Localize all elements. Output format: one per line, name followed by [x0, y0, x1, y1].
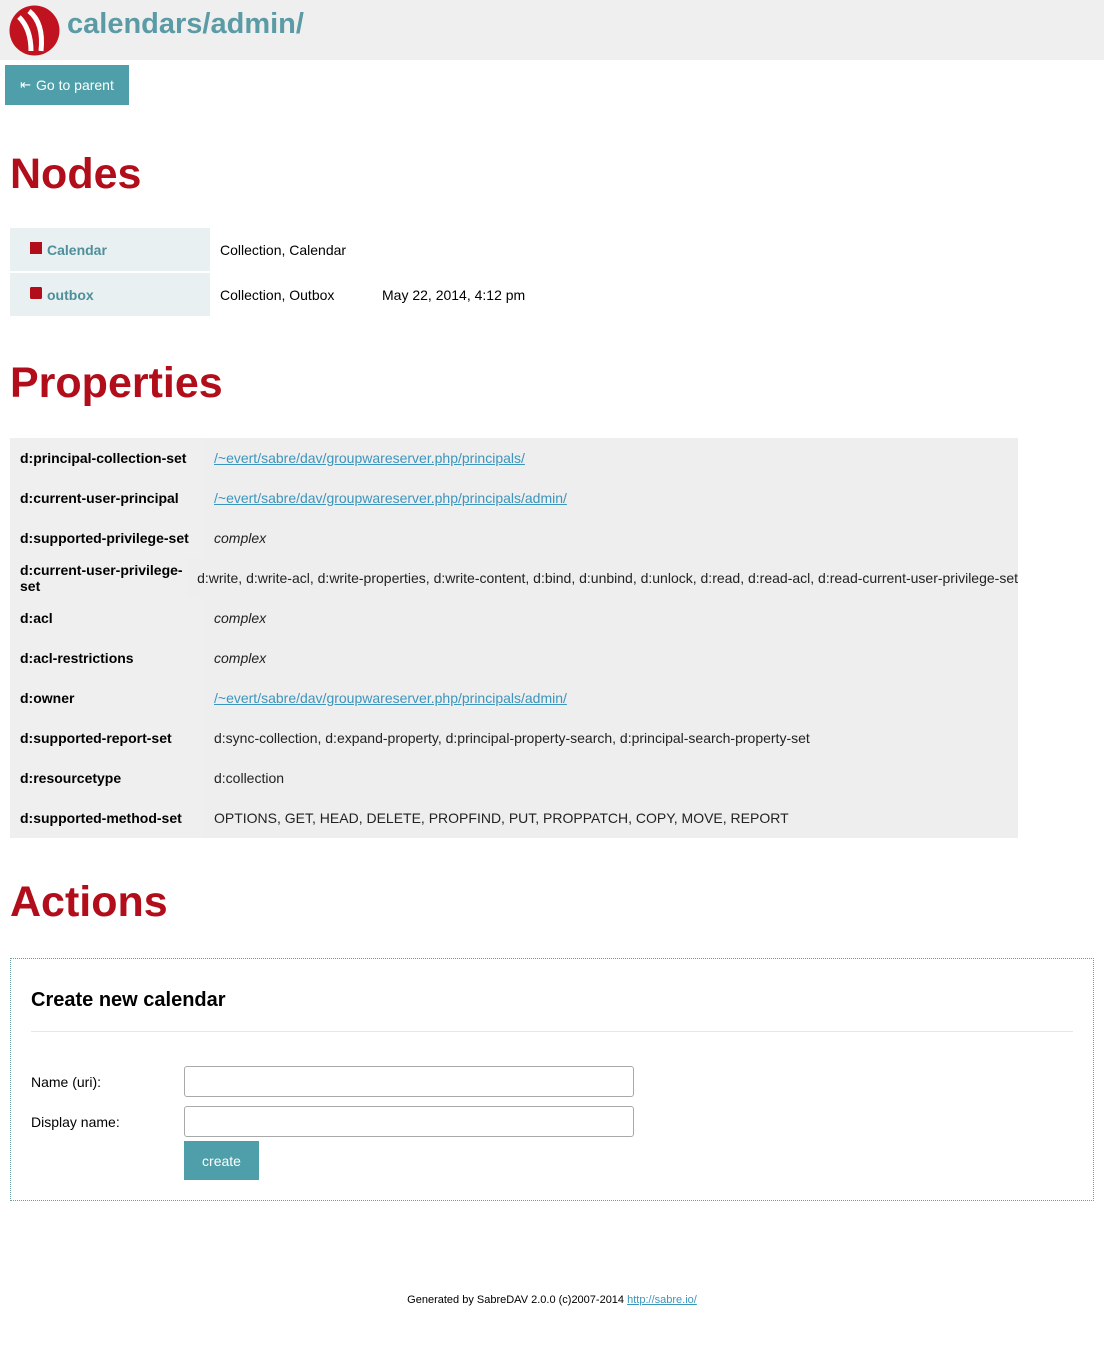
property-value: complex — [204, 518, 1018, 558]
property-row: d:acl-restrictions complex — [10, 638, 1018, 678]
property-complex: complex — [214, 610, 267, 626]
page-header: calendars/admin/ — [0, 0, 1104, 60]
property-value: d:sync-collection, d:expand-property, d:… — [204, 718, 1018, 758]
node-name: outbox — [47, 286, 94, 303]
property-name: d:acl-restrictions — [10, 638, 204, 678]
go-to-parent-button[interactable]: ⇤ Go to parent — [5, 65, 129, 105]
property-value: OPTIONS, GET, HEAD, DELETE, PROPFIND, PU… — [204, 798, 1018, 838]
go-to-parent-icon: ⇤ — [20, 77, 32, 92]
property-value: complex — [204, 598, 1018, 638]
property-name: d:current-user-privilege-set — [10, 558, 188, 598]
property-link[interactable]: /~evert/sabre/dav/groupwareserver.php/pr… — [214, 450, 525, 466]
actions-heading: Actions — [10, 878, 168, 926]
node-type: Collection, Outbox — [220, 286, 335, 303]
page-footer: Generated by SabreDAV 2.0.0 (c)2007-2014… — [0, 1294, 1104, 1306]
property-link[interactable]: /~evert/sabre/dav/groupwareserver.php/pr… — [214, 690, 567, 706]
property-row: d:principal-collection-set /~evert/sabre… — [10, 438, 1018, 478]
create-button[interactable]: create — [184, 1141, 259, 1180]
nodes-table: Calendar Collection, Calendar outbox Col… — [10, 228, 525, 318]
footer-text: Generated by SabreDAV 2.0.0 (c)2007-2014 — [407, 1294, 628, 1306]
property-complex: complex — [214, 530, 267, 546]
outbox-icon — [30, 286, 42, 299]
create-calendar-title: Create new calendar — [31, 989, 226, 1011]
form-divider — [31, 1031, 1073, 1032]
property-row: d:current-user-privilege-set d:write, d:… — [10, 558, 1018, 598]
properties-heading: Properties — [10, 359, 223, 407]
calendar-icon — [30, 241, 42, 254]
property-row: d:owner /~evert/sabre/dav/groupwareserve… — [10, 678, 1018, 718]
node-modified: May 22, 2014, 4:12 pm — [382, 286, 526, 303]
page-title: calendars/admin/ — [67, 8, 304, 40]
property-name: d:supported-report-set — [10, 718, 204, 758]
property-row: d:supported-report-set d:sync-collection… — [10, 718, 1018, 758]
property-name: d:resourcetype — [10, 758, 204, 798]
property-name: d:current-user-principal — [10, 478, 204, 518]
display-name-label: Display name: — [31, 1114, 120, 1130]
property-name: d:principal-collection-set — [10, 438, 204, 478]
footer-link[interactable]: http://sabre.io/ — [627, 1294, 697, 1306]
property-value: complex — [204, 638, 1018, 678]
property-row: d:acl complex — [10, 598, 1018, 638]
create-calendar-form: Create new calendar Name (uri): Display … — [10, 958, 1094, 1201]
property-name: d:supported-privilege-set — [10, 518, 204, 558]
name-uri-label: Name (uri): — [31, 1074, 102, 1090]
node-row: outbox Collection, Outbox May 22, 2014, … — [10, 273, 525, 316]
display-name-input[interactable] — [184, 1106, 634, 1137]
node-link-outbox[interactable]: outbox — [10, 273, 210, 316]
property-value: /~evert/sabre/dav/groupwareserver.php/pr… — [204, 478, 1018, 518]
property-row: d:supported-privilege-set complex — [10, 518, 1018, 558]
property-row: d:resourcetype d:collection — [10, 758, 1018, 798]
nodes-heading: Nodes — [10, 150, 142, 198]
property-complex: complex — [214, 650, 267, 666]
property-link[interactable]: /~evert/sabre/dav/groupwareserver.php/pr… — [214, 490, 567, 506]
property-name: d:owner — [10, 678, 204, 718]
properties-table: d:principal-collection-set /~evert/sabre… — [10, 438, 1018, 838]
sabredav-logo-icon — [9, 5, 60, 56]
property-name: d:acl — [10, 598, 204, 638]
node-type: Collection, Calendar — [220, 241, 347, 258]
node-row: Calendar Collection, Calendar — [10, 228, 525, 271]
property-row: d:supported-method-set OPTIONS, GET, HEA… — [10, 798, 1018, 838]
node-link-calendar[interactable]: Calendar — [10, 228, 210, 271]
property-value: d:collection — [204, 758, 1018, 798]
go-to-parent-label: Go to parent — [36, 77, 114, 93]
property-value: /~evert/sabre/dav/groupwareserver.php/pr… — [204, 438, 1018, 478]
property-name: d:supported-method-set — [10, 798, 204, 838]
property-value: /~evert/sabre/dav/groupwareserver.php/pr… — [204, 678, 1018, 718]
property-row: d:current-user-principal /~evert/sabre/d… — [10, 478, 1018, 518]
node-name: Calendar — [47, 241, 107, 258]
property-value: d:write, d:write-acl, d:write-properties… — [187, 558, 1018, 598]
name-uri-input[interactable] — [184, 1066, 634, 1097]
